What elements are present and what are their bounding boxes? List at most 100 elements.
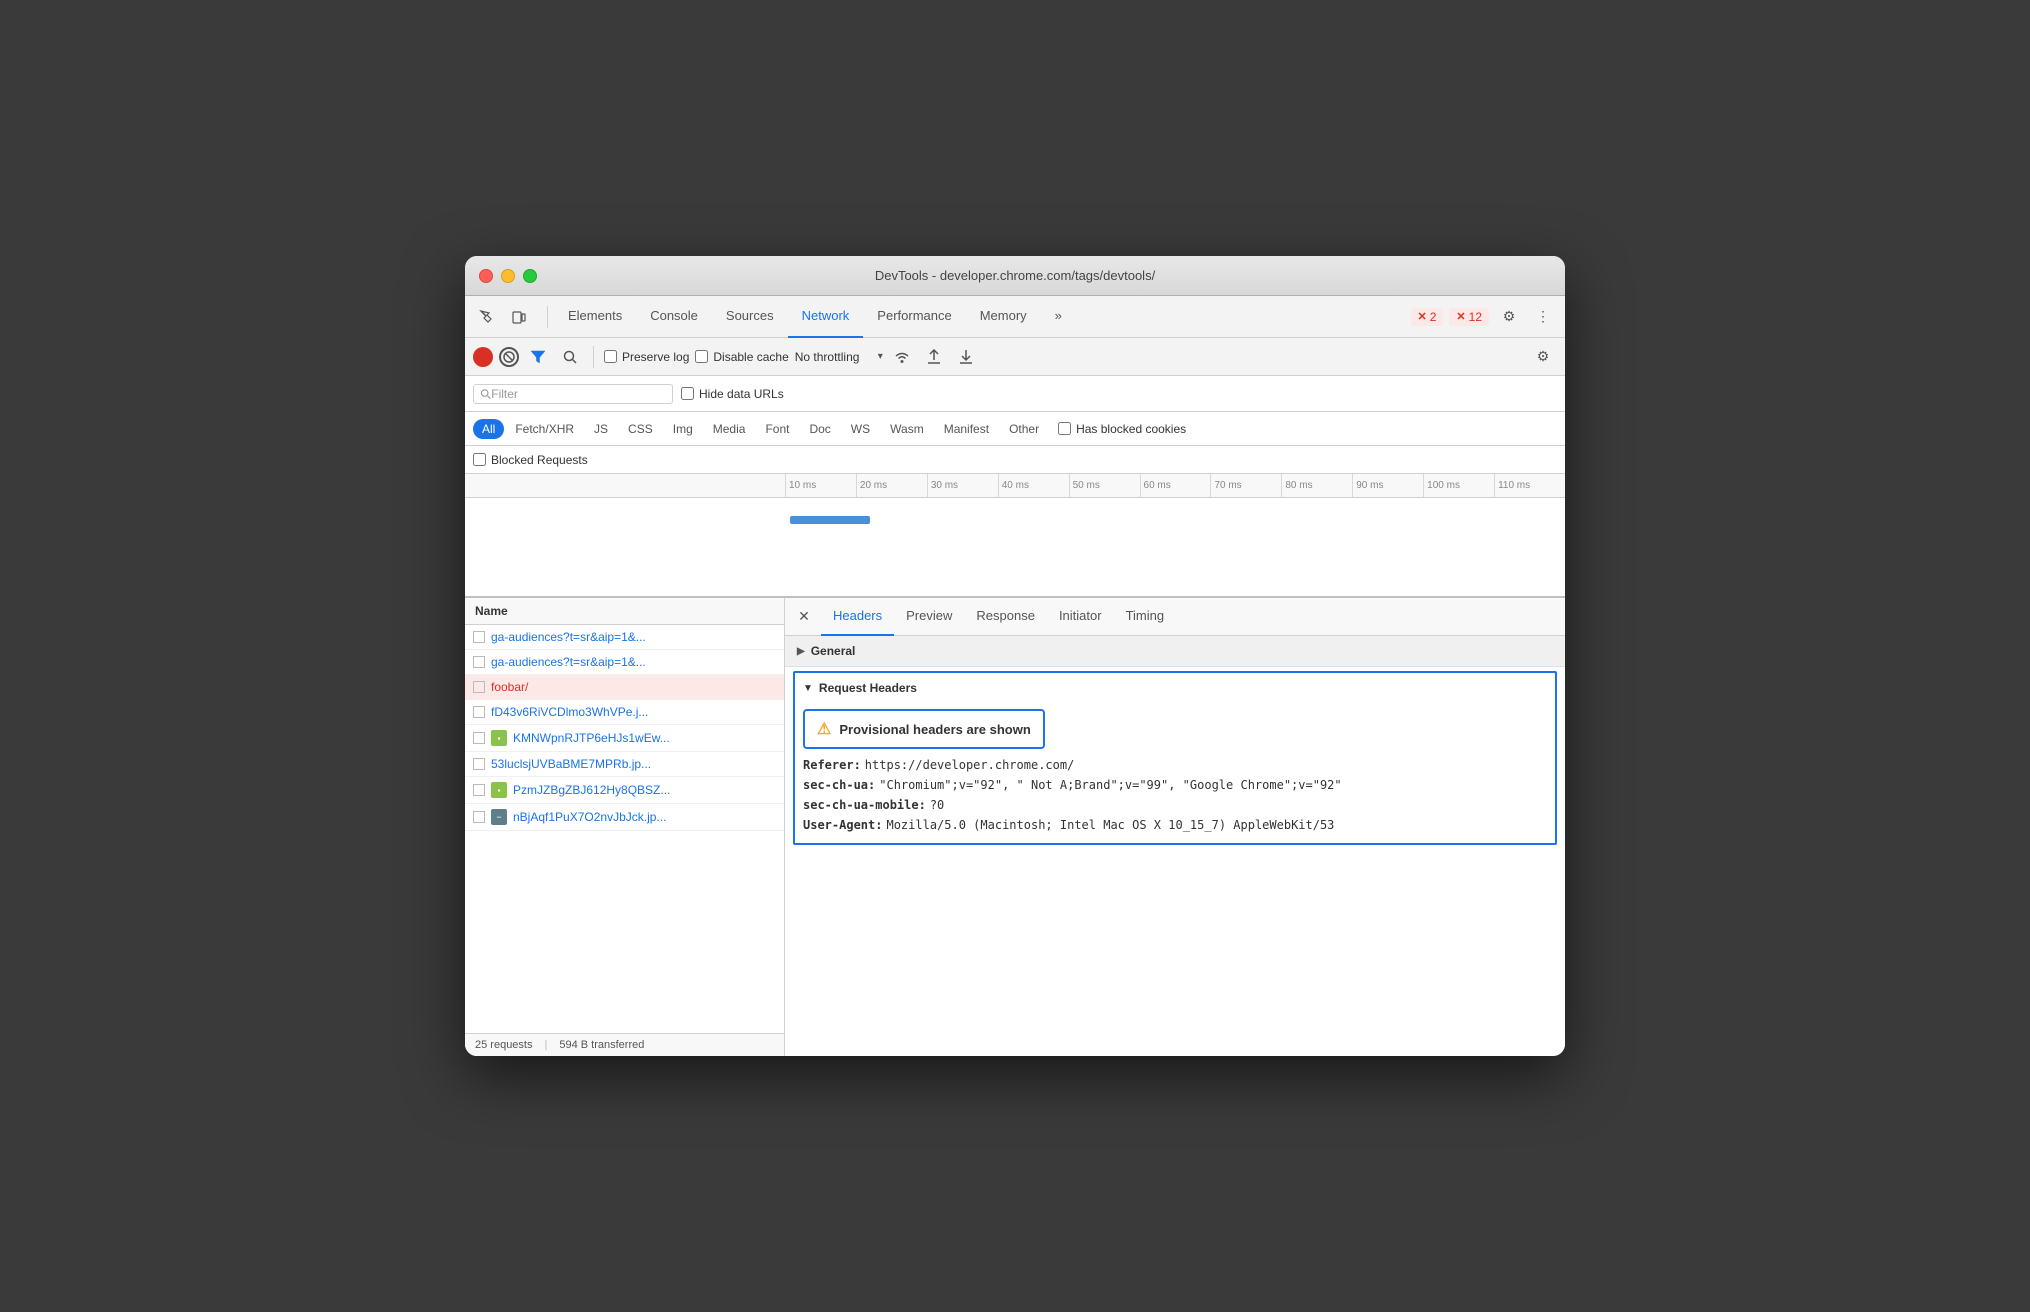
request-headers-toggle-icon[interactable]: ▼ — [803, 683, 813, 694]
preserve-log-label[interactable]: Preserve log — [604, 350, 689, 364]
tab-memory[interactable]: Memory — [966, 296, 1041, 338]
req-checkbox-7[interactable] — [473, 784, 485, 796]
disable-cache-checkbox[interactable] — [695, 350, 708, 363]
req-checkbox-3[interactable] — [473, 681, 485, 693]
device-icon[interactable] — [505, 303, 533, 331]
upload-icon[interactable] — [921, 344, 947, 370]
warning-triangle-icon: ⚠ — [817, 719, 831, 739]
type-btn-fetchxhr[interactable]: Fetch/XHR — [506, 419, 583, 439]
detail-tab-timing[interactable]: Timing — [1114, 598, 1177, 636]
filter-input-wrap[interactable] — [473, 384, 673, 404]
fullscreen-button[interactable] — [523, 269, 537, 283]
header-key-sec-ch-ua-mobile: sec-ch-ua-mobile: — [803, 798, 926, 812]
type-btn-other[interactable]: Other — [1000, 419, 1048, 439]
more-options-icon[interactable]: ⋮ — [1529, 303, 1557, 331]
tick-60: 60 ms — [1140, 474, 1211, 497]
header-key-referer: Referer: — [803, 758, 861, 772]
warning-badge[interactable]: ✕ 12 — [1449, 308, 1489, 326]
settings-icon[interactable]: ⚙ — [1495, 303, 1523, 331]
type-btn-js[interactable]: JS — [585, 419, 617, 439]
filter-icon[interactable] — [525, 344, 551, 370]
req-checkbox-4[interactable] — [473, 706, 485, 718]
tab-console[interactable]: Console — [636, 296, 712, 338]
throttle-wrapper[interactable]: No throttling — [795, 350, 883, 364]
req-checkbox-5[interactable] — [473, 732, 485, 744]
download-icon[interactable] — [953, 344, 979, 370]
general-section-header[interactable]: ▶ General — [785, 636, 1565, 667]
hide-data-urls-label[interactable]: Hide data URLs — [681, 387, 784, 401]
traffic-lights — [479, 269, 537, 283]
request-headers-section: ▼ Request Headers ⚠ Provisional headers … — [793, 671, 1557, 845]
request-item-8[interactable]: − nBjAqf1PuX7O2nvJbJck.jp... — [465, 804, 784, 831]
req-checkbox-8[interactable] — [473, 811, 485, 823]
minimize-button[interactable] — [501, 269, 515, 283]
preserve-log-checkbox[interactable] — [604, 350, 617, 363]
type-btn-all[interactable]: All — [473, 419, 504, 439]
has-blocked-cookies-checkbox[interactable] — [1058, 422, 1071, 435]
detail-tab-response[interactable]: Response — [964, 598, 1047, 636]
requests-header: Name — [465, 598, 784, 625]
type-btn-manifest[interactable]: Manifest — [935, 419, 998, 439]
throttle-select[interactable]: No throttling — [795, 350, 876, 364]
network-toolbar: Preserve log Disable cache No throttling — [465, 338, 1565, 376]
record-button[interactable] — [473, 347, 493, 367]
request-headers-label: Request Headers — [819, 681, 917, 695]
blocked-requests-bar: Blocked Requests — [465, 446, 1565, 474]
request-item-4[interactable]: fD43v6RiVCDlmo3WhVPe.j... — [465, 700, 784, 725]
type-btn-doc[interactable]: Doc — [800, 419, 839, 439]
req-icon-7: ▪ — [491, 782, 507, 798]
req-name-3: foobar/ — [491, 680, 776, 694]
request-item-1[interactable]: ga-audiences?t=sr&aip=1&... — [465, 625, 784, 650]
hide-data-urls-checkbox[interactable] — [681, 387, 694, 400]
header-key-sec-ch-ua: sec-ch-ua: — [803, 778, 875, 792]
error-badge[interactable]: ✕ 2 — [1411, 308, 1444, 326]
request-item-7[interactable]: ▪ PzmJZBgZBJ612Hy8QBSZ... — [465, 777, 784, 804]
inspect-icon[interactable] — [473, 303, 501, 331]
tab-elements[interactable]: Elements — [554, 296, 636, 338]
blocked-requests-label[interactable]: Blocked Requests — [473, 453, 588, 467]
header-row-sec-ch-ua-mobile: sec-ch-ua-mobile: ?0 — [803, 795, 1547, 815]
tick-10: 10 ms — [785, 474, 856, 497]
clear-button[interactable] — [499, 347, 519, 367]
type-btn-font[interactable]: Font — [756, 419, 798, 439]
req-checkbox-6[interactable] — [473, 758, 485, 770]
blocked-requests-checkbox[interactable] — [473, 453, 486, 466]
request-item-2[interactable]: ga-audiences?t=sr&aip=1&... — [465, 650, 784, 675]
tab-more[interactable]: » — [1041, 296, 1076, 338]
req-checkbox-1[interactable] — [473, 631, 485, 643]
type-btn-css[interactable]: CSS — [619, 419, 662, 439]
type-btn-wasm[interactable]: Wasm — [881, 419, 933, 439]
wifi-icon[interactable] — [889, 344, 915, 370]
filter-input[interactable] — [491, 387, 666, 401]
settings-right: ⚙ — [1529, 343, 1557, 371]
close-button[interactable] — [479, 269, 493, 283]
devtools-body: Elements Console Sources Network Perform… — [465, 296, 1565, 1056]
network-settings-icon[interactable]: ⚙ — [1529, 343, 1557, 371]
tick-50: 50 ms — [1069, 474, 1140, 497]
tab-performance[interactable]: Performance — [863, 296, 965, 338]
req-checkbox-2[interactable] — [473, 656, 485, 668]
header-key-user-agent: User-Agent: — [803, 818, 882, 832]
detail-close-button[interactable]: ✕ — [793, 606, 815, 628]
request-item-6[interactable]: 53luclsjUVBaBME7MPRb.jp... — [465, 752, 784, 777]
tab-icons — [473, 303, 533, 331]
disable-cache-label[interactable]: Disable cache — [695, 350, 788, 364]
type-btn-ws[interactable]: WS — [842, 419, 879, 439]
header-row-sec-ch-ua: sec-ch-ua: "Chromium";v="92", " Not A;Br… — [803, 775, 1547, 795]
tab-network[interactable]: Network — [788, 296, 864, 338]
type-btn-img[interactable]: Img — [664, 419, 702, 439]
tab-sources[interactable]: Sources — [712, 296, 788, 338]
detail-tab-headers[interactable]: Headers — [821, 598, 894, 636]
request-headers-title: ▼ Request Headers — [803, 681, 1547, 695]
header-row-user-agent: User-Agent: Mozilla/5.0 (Macintosh; Inte… — [803, 815, 1547, 835]
type-btn-media[interactable]: Media — [704, 419, 755, 439]
detail-tab-initiator[interactable]: Initiator — [1047, 598, 1114, 636]
has-blocked-cookies-label[interactable]: Has blocked cookies — [1058, 422, 1186, 436]
req-name-8: nBjAqf1PuX7O2nvJbJck.jp... — [513, 810, 776, 824]
search-icon[interactable] — [557, 344, 583, 370]
request-item-5[interactable]: ▪ KMNWpnRJTP6eHJs1wEw... — [465, 725, 784, 752]
detail-panel: ✕ Headers Preview Response Initiator Tim… — [785, 598, 1565, 1056]
detail-tab-preview[interactable]: Preview — [894, 598, 964, 636]
waterfall-area — [465, 498, 1565, 598]
request-item-3[interactable]: foobar/ — [465, 675, 784, 700]
